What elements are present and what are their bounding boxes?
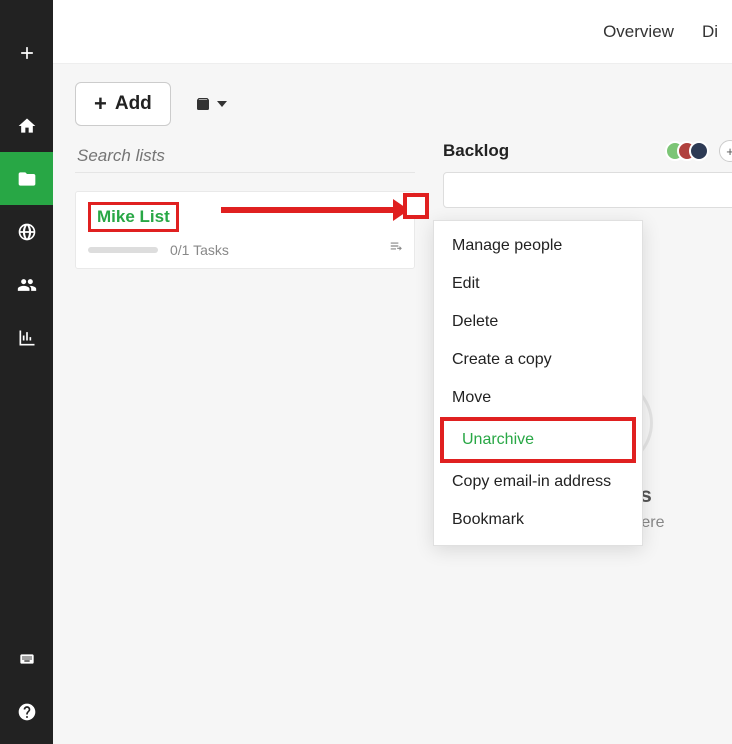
archive-dropdown[interactable] xyxy=(193,96,227,112)
progress-bar xyxy=(88,247,158,253)
list-item[interactable]: Mike List 0/1 Tasks xyxy=(75,191,415,269)
add-people-button[interactable]: + xyxy=(719,140,732,162)
menu-unarchive[interactable]: Unarchive xyxy=(440,417,636,463)
menu-edit[interactable]: Edit xyxy=(434,265,642,303)
archive-icon xyxy=(193,96,213,112)
add-icon[interactable] xyxy=(0,26,53,79)
side-rail xyxy=(0,0,53,744)
list-context-menu: Manage people Edit Delete Create a copy … xyxy=(433,220,643,546)
annotation-target xyxy=(403,193,429,219)
menu-delete[interactable]: Delete xyxy=(434,303,642,341)
list-options-icon[interactable] xyxy=(388,239,404,258)
nav-overview[interactable]: Overview xyxy=(589,22,688,42)
home-icon[interactable] xyxy=(0,99,53,152)
top-nav: Overview Di xyxy=(53,0,732,64)
menu-manage-people[interactable]: Manage people xyxy=(434,227,642,265)
keyboard-icon[interactable] xyxy=(0,632,53,685)
backlog-title: Backlog xyxy=(443,141,655,161)
list-panel: Mike List 0/1 Tasks xyxy=(75,140,415,269)
add-task-input[interactable] xyxy=(443,172,732,208)
folder-icon[interactable] xyxy=(0,152,53,205)
add-button-label: Add xyxy=(115,93,152,115)
annotation-arrow xyxy=(221,207,403,213)
chart-icon[interactable] xyxy=(0,311,53,364)
globe-icon[interactable] xyxy=(0,205,53,258)
help-icon[interactable] xyxy=(0,685,53,738)
backlog-header: Backlog + 0 xyxy=(443,140,732,162)
nav-discussion[interactable]: Di xyxy=(688,22,732,42)
main-area: Overview Di + Add Mike List 0/1 Tasks xyxy=(53,0,732,744)
people-icon[interactable] xyxy=(0,258,53,311)
menu-copy-email[interactable]: Copy email-in address xyxy=(434,463,642,501)
add-button[interactable]: + Add xyxy=(75,82,171,126)
plus-icon: + xyxy=(94,93,107,115)
list-item-title: Mike List xyxy=(88,202,179,232)
list-item-tasks: 0/1 Tasks xyxy=(170,242,229,258)
toolbar: + Add xyxy=(75,80,227,128)
avatar-stack[interactable] xyxy=(665,141,709,161)
menu-create-copy[interactable]: Create a copy xyxy=(434,341,642,379)
search-lists-input[interactable] xyxy=(75,140,415,173)
menu-move[interactable]: Move xyxy=(434,379,642,417)
avatar xyxy=(689,141,709,161)
menu-bookmark[interactable]: Bookmark xyxy=(434,501,642,539)
chevron-down-icon xyxy=(217,101,227,107)
